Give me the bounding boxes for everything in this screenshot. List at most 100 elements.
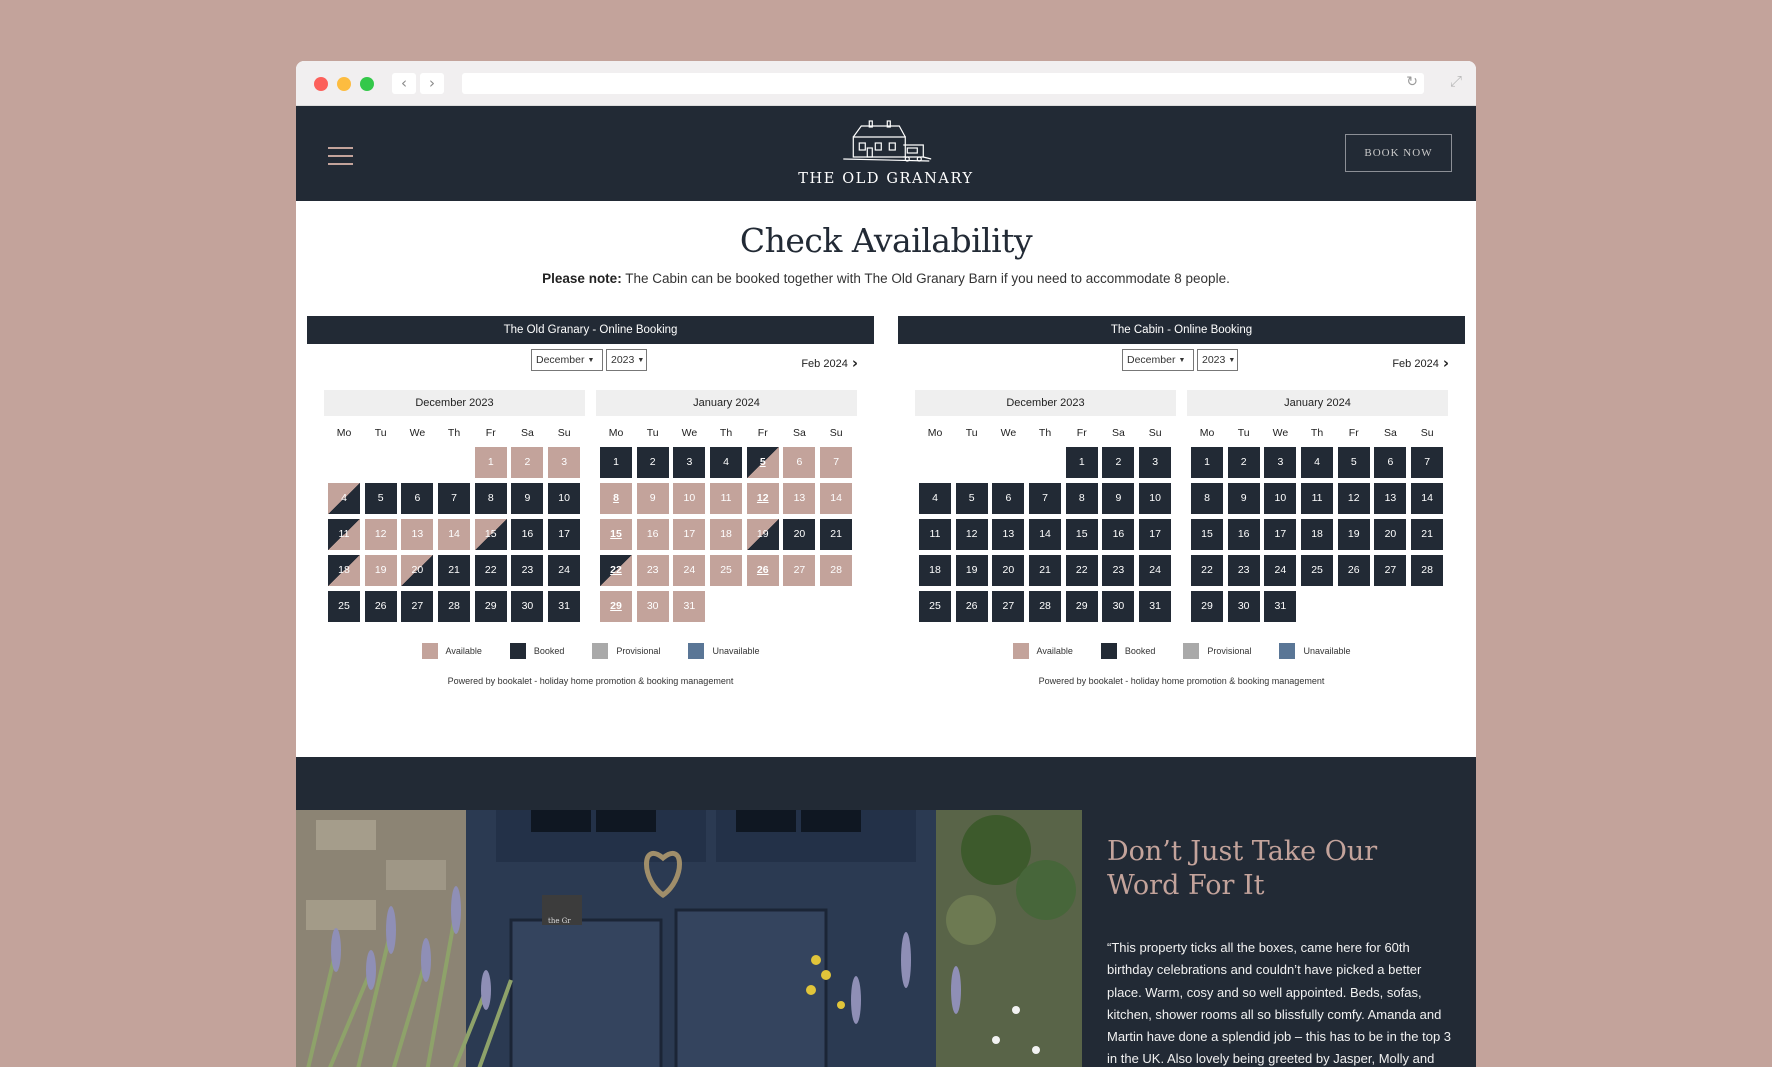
close-window-button[interactable] bbox=[314, 77, 328, 91]
day-cell[interactable]: 27 bbox=[401, 591, 434, 622]
day-cell[interactable]: 5 bbox=[746, 447, 779, 478]
day-cell[interactable]: 28 bbox=[820, 555, 853, 586]
day-cell[interactable]: 29 bbox=[600, 591, 632, 622]
day-cell[interactable]: 21 bbox=[438, 555, 471, 586]
day-cell[interactable]: 19 bbox=[1337, 519, 1370, 550]
day-cell[interactable]: 23 bbox=[1227, 555, 1260, 586]
day-cell[interactable]: 30 bbox=[511, 591, 544, 622]
day-cell[interactable]: 11 bbox=[919, 519, 951, 550]
day-cell[interactable]: 6 bbox=[401, 483, 434, 514]
day-cell[interactable]: 20 bbox=[1374, 519, 1407, 550]
day-cell[interactable]: 31 bbox=[548, 591, 581, 622]
day-cell[interactable]: 10 bbox=[1264, 483, 1297, 514]
day-cell[interactable]: 27 bbox=[783, 555, 816, 586]
day-cell[interactable]: 21 bbox=[820, 519, 853, 550]
next-month-link[interactable]: Feb 2024 › bbox=[1392, 354, 1449, 372]
day-cell[interactable]: 4 bbox=[328, 483, 360, 514]
expand-icon[interactable]: ⤢ bbox=[1450, 72, 1462, 90]
day-cell[interactable]: 28 bbox=[1029, 591, 1062, 622]
day-cell[interactable]: 22 bbox=[474, 555, 507, 586]
address-bar[interactable]: ↻ bbox=[462, 73, 1424, 94]
day-cell[interactable]: 9 bbox=[1102, 483, 1135, 514]
day-cell[interactable]: 10 bbox=[1139, 483, 1172, 514]
day-cell[interactable]: 9 bbox=[636, 483, 669, 514]
day-cell[interactable]: 4 bbox=[1301, 447, 1334, 478]
day-cell[interactable]: 20 bbox=[783, 519, 816, 550]
day-cell[interactable]: 12 bbox=[746, 483, 779, 514]
day-cell[interactable]: 1 bbox=[1191, 447, 1223, 478]
day-cell[interactable]: 29 bbox=[1065, 591, 1098, 622]
day-cell[interactable]: 26 bbox=[746, 555, 779, 586]
maximize-window-button[interactable] bbox=[360, 77, 374, 91]
day-cell[interactable]: 15 bbox=[600, 519, 632, 550]
day-cell[interactable]: 5 bbox=[1337, 447, 1370, 478]
day-cell[interactable]: 19 bbox=[364, 555, 397, 586]
site-logo[interactable]: THE OLD GRANARY bbox=[798, 119, 973, 187]
reload-icon[interactable]: ↻ bbox=[1406, 74, 1418, 90]
day-cell[interactable]: 3 bbox=[1264, 447, 1297, 478]
day-cell[interactable]: 2 bbox=[511, 447, 544, 478]
day-cell[interactable]: 12 bbox=[955, 519, 988, 550]
day-cell[interactable]: 1 bbox=[474, 447, 507, 478]
day-cell[interactable]: 23 bbox=[511, 555, 544, 586]
hamburger-menu-icon[interactable] bbox=[328, 147, 353, 171]
day-cell[interactable]: 22 bbox=[600, 555, 632, 586]
day-cell[interactable]: 26 bbox=[1337, 555, 1370, 586]
day-cell[interactable]: 6 bbox=[1374, 447, 1407, 478]
day-cell[interactable]: 30 bbox=[1227, 591, 1260, 622]
minimize-window-button[interactable] bbox=[337, 77, 351, 91]
day-cell[interactable]: 16 bbox=[636, 519, 669, 550]
day-cell[interactable]: 21 bbox=[1411, 519, 1444, 550]
day-cell[interactable]: 15 bbox=[1065, 519, 1098, 550]
book-now-button[interactable]: BOOK NOW bbox=[1345, 134, 1452, 172]
day-cell[interactable]: 19 bbox=[746, 519, 779, 550]
day-cell[interactable]: 16 bbox=[1227, 519, 1260, 550]
day-cell[interactable]: 14 bbox=[438, 519, 471, 550]
day-cell[interactable]: 7 bbox=[438, 483, 471, 514]
day-cell[interactable]: 28 bbox=[438, 591, 471, 622]
day-cell[interactable]: 11 bbox=[710, 483, 743, 514]
month-select[interactable]: December ▼ bbox=[1122, 349, 1194, 371]
day-cell[interactable]: 15 bbox=[1191, 519, 1223, 550]
day-cell[interactable]: 3 bbox=[673, 447, 706, 478]
day-cell[interactable]: 4 bbox=[710, 447, 743, 478]
day-cell[interactable]: 28 bbox=[1411, 555, 1444, 586]
day-cell[interactable]: 16 bbox=[511, 519, 544, 550]
month-select[interactable]: December ▼ bbox=[531, 349, 603, 371]
day-cell[interactable]: 25 bbox=[1301, 555, 1334, 586]
day-cell[interactable]: 1 bbox=[600, 447, 632, 478]
day-cell[interactable]: 17 bbox=[548, 519, 581, 550]
day-cell[interactable]: 18 bbox=[1301, 519, 1334, 550]
day-cell[interactable]: 2 bbox=[1102, 447, 1135, 478]
day-cell[interactable]: 14 bbox=[1029, 519, 1062, 550]
day-cell[interactable]: 23 bbox=[636, 555, 669, 586]
day-cell[interactable]: 22 bbox=[1191, 555, 1223, 586]
day-cell[interactable]: 8 bbox=[1065, 483, 1098, 514]
day-cell[interactable]: 26 bbox=[364, 591, 397, 622]
day-cell[interactable]: 21 bbox=[1029, 555, 1062, 586]
day-cell[interactable]: 25 bbox=[328, 591, 360, 622]
day-cell[interactable]: 30 bbox=[1102, 591, 1135, 622]
day-cell[interactable]: 25 bbox=[710, 555, 743, 586]
day-cell[interactable]: 8 bbox=[1191, 483, 1223, 514]
day-cell[interactable]: 2 bbox=[636, 447, 669, 478]
day-cell[interactable]: 13 bbox=[401, 519, 434, 550]
day-cell[interactable]: 4 bbox=[919, 483, 951, 514]
day-cell[interactable]: 11 bbox=[328, 519, 360, 550]
day-cell[interactable]: 13 bbox=[1374, 483, 1407, 514]
day-cell[interactable]: 3 bbox=[1139, 447, 1172, 478]
day-cell[interactable]: 20 bbox=[401, 555, 434, 586]
day-cell[interactable]: 16 bbox=[1102, 519, 1135, 550]
day-cell[interactable]: 20 bbox=[992, 555, 1025, 586]
day-cell[interactable]: 2 bbox=[1227, 447, 1260, 478]
day-cell[interactable]: 14 bbox=[820, 483, 853, 514]
day-cell[interactable]: 9 bbox=[511, 483, 544, 514]
day-cell[interactable]: 10 bbox=[673, 483, 706, 514]
day-cell[interactable]: 31 bbox=[1139, 591, 1172, 622]
day-cell[interactable]: 24 bbox=[1264, 555, 1297, 586]
day-cell[interactable]: 27 bbox=[992, 591, 1025, 622]
day-cell[interactable]: 9 bbox=[1227, 483, 1260, 514]
day-cell[interactable]: 15 bbox=[474, 519, 507, 550]
day-cell[interactable]: 17 bbox=[1139, 519, 1172, 550]
day-cell[interactable]: 13 bbox=[992, 519, 1025, 550]
